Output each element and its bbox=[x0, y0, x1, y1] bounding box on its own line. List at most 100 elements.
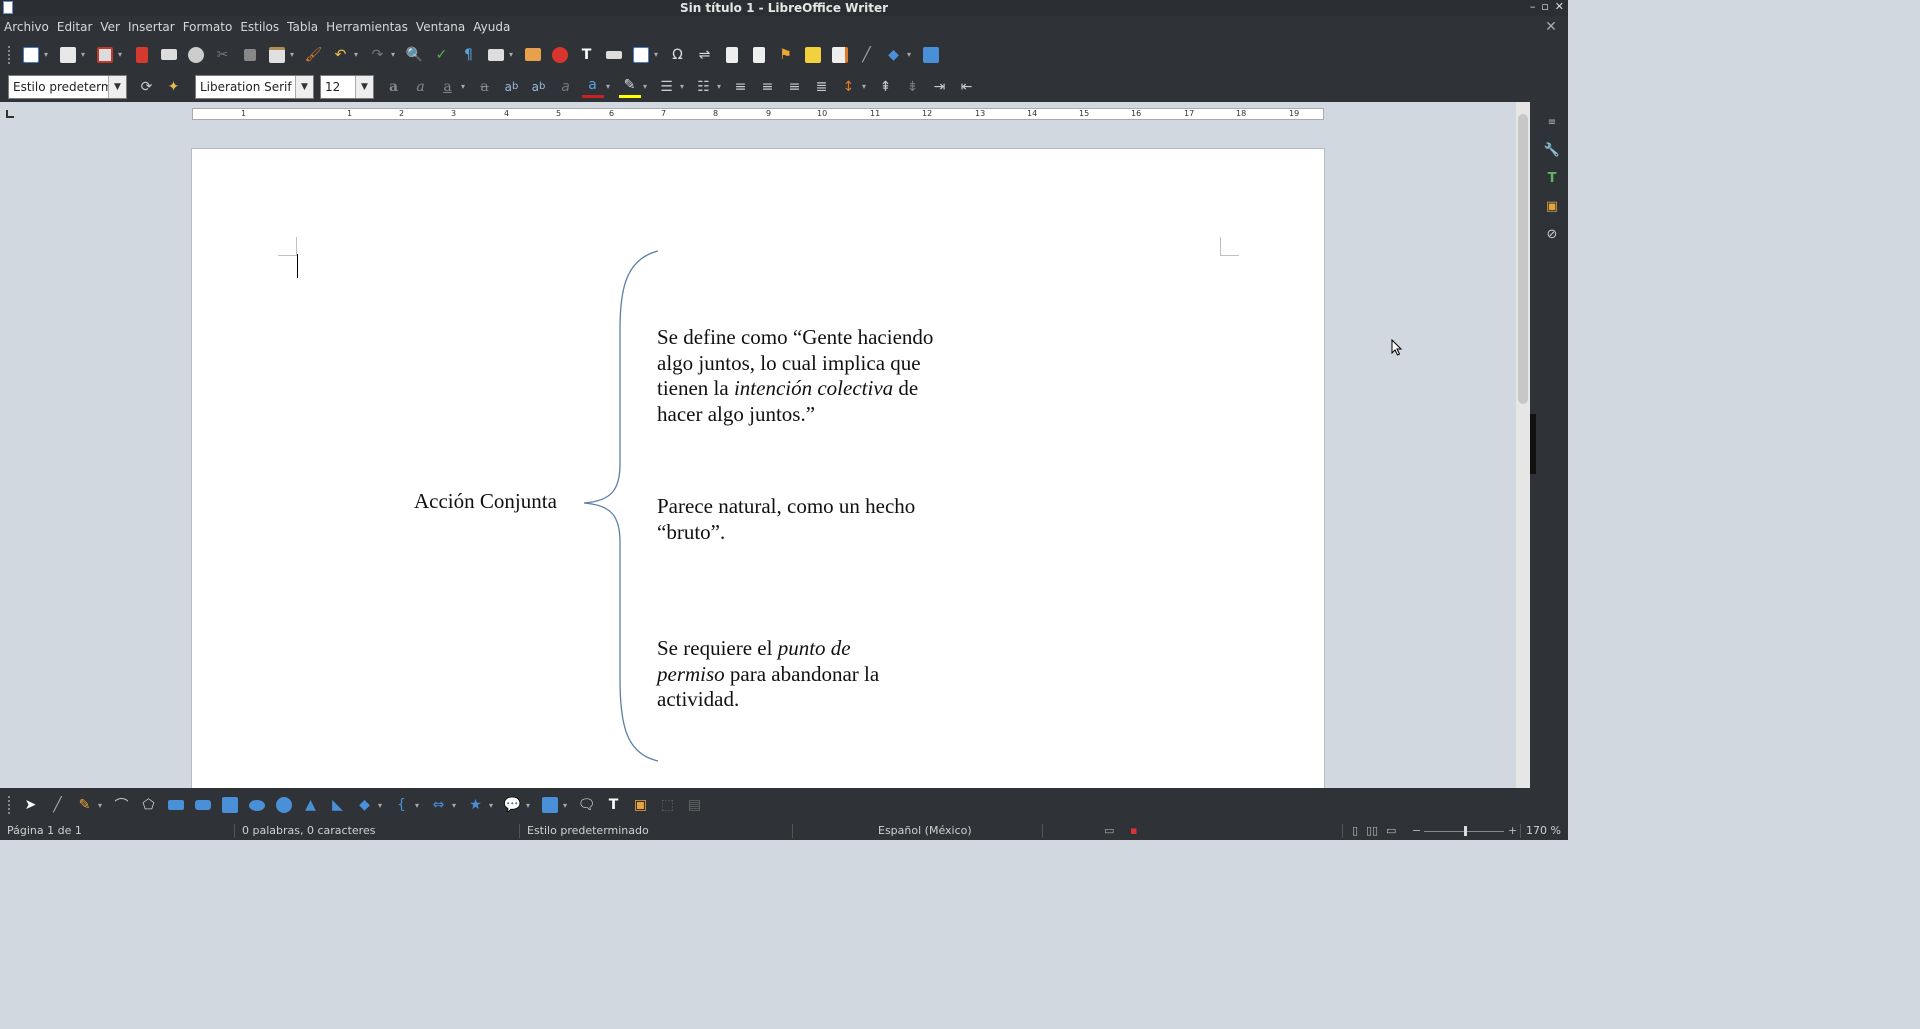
bullet-list-icon[interactable]: ☰ bbox=[656, 76, 678, 98]
chevron-down-icon[interactable]: ▾ bbox=[643, 82, 651, 91]
new-style-icon[interactable]: ✦ bbox=[163, 76, 185, 98]
square-icon[interactable] bbox=[219, 794, 241, 816]
zoom-out-icon[interactable]: − bbox=[1412, 824, 1421, 837]
sidebar-menu-icon[interactable]: ≡ bbox=[1542, 112, 1562, 132]
basic-shapes-icon[interactable]: ◆ bbox=[883, 44, 905, 66]
chevron-down-icon[interactable]: ▾ bbox=[44, 50, 52, 59]
numbered-list-icon[interactable]: ☷ bbox=[693, 76, 715, 98]
menu-estilos[interactable]: Estilos bbox=[240, 20, 279, 34]
chevron-down-icon[interactable]: ▾ bbox=[378, 801, 386, 810]
gallery-icon[interactable]: ▣ bbox=[1542, 196, 1562, 216]
decrease-indent-icon[interactable]: ⇤ bbox=[956, 76, 978, 98]
find-replace-icon[interactable]: 🔍 bbox=[404, 44, 426, 66]
print-icon[interactable] bbox=[158, 44, 180, 66]
toolbar-grip[interactable] bbox=[8, 45, 11, 64]
page-break-icon[interactable] bbox=[603, 44, 625, 66]
increase-paragraph-spacing-icon[interactable]: ⇞ bbox=[875, 76, 897, 98]
new-document-icon[interactable] bbox=[20, 44, 42, 66]
update-style-icon[interactable]: ⟳ bbox=[136, 76, 158, 98]
undo-icon[interactable]: ↶ bbox=[330, 44, 352, 66]
document-page[interactable]: Acción Conjunta Se define como “Gente ha… bbox=[191, 148, 1325, 788]
insert-chart-icon[interactable] bbox=[549, 44, 571, 66]
document-modified-icon[interactable]: ▪ bbox=[1130, 824, 1137, 837]
clear-formatting-icon[interactable]: a bbox=[555, 76, 577, 98]
redo-icon[interactable]: ↷ bbox=[367, 44, 389, 66]
basic-shapes-icon[interactable]: ◆ bbox=[354, 794, 376, 816]
save-icon[interactable] bbox=[94, 44, 116, 66]
chevron-down-icon[interactable]: ▾ bbox=[563, 801, 571, 810]
book-view-icon[interactable]: ▭ bbox=[1386, 824, 1396, 837]
font-name-select[interactable]: Liberation Serif ▼ bbox=[195, 74, 314, 99]
cut-icon[interactable]: ✂ bbox=[212, 44, 234, 66]
selection-mode-icon[interactable]: ▭ bbox=[1104, 824, 1114, 837]
block-arrows-icon[interactable]: ⇔ bbox=[428, 794, 450, 816]
styles-icon[interactable]: T bbox=[1542, 168, 1562, 188]
toggle-point-edit-icon[interactable]: ⬚ bbox=[657, 794, 679, 816]
zoom-slider-thumb[interactable] bbox=[1464, 826, 1467, 836]
font-size-select[interactable]: 12 ▼ bbox=[320, 74, 374, 99]
freeform-line-icon[interactable]: ✎ bbox=[74, 794, 96, 816]
align-left-icon[interactable]: ≡ bbox=[730, 76, 752, 98]
chevron-down-icon[interactable]: ▾ bbox=[862, 82, 870, 91]
menu-insertar[interactable]: Insertar bbox=[128, 20, 175, 34]
chevron-down-icon[interactable]: ▾ bbox=[290, 50, 298, 59]
comment-icon[interactable] bbox=[802, 44, 824, 66]
line-icon[interactable]: ╱ bbox=[856, 44, 878, 66]
open-folder-icon[interactable] bbox=[57, 44, 79, 66]
justify-icon[interactable]: ≣ bbox=[811, 76, 833, 98]
paragraph-style-select[interactable]: Estilo predetermi ▼ bbox=[8, 74, 127, 99]
toolbar-grip[interactable] bbox=[8, 796, 11, 814]
copy-icon[interactable] bbox=[239, 44, 261, 66]
draw-functions-icon[interactable] bbox=[920, 44, 942, 66]
font-color-icon[interactable]: a bbox=[581, 76, 604, 98]
paste-icon[interactable] bbox=[266, 44, 288, 66]
track-changes-icon[interactable] bbox=[829, 44, 851, 66]
tab-stop-selector[interactable] bbox=[6, 110, 14, 118]
close-window-button[interactable]: ✕ bbox=[1555, 0, 1564, 13]
multi-page-view-icon[interactable]: ▯▯ bbox=[1366, 824, 1378, 837]
single-page-view-icon[interactable]: ▯ bbox=[1352, 824, 1358, 837]
chevron-down-icon[interactable]: ▾ bbox=[461, 82, 469, 91]
ellipse-icon[interactable] bbox=[246, 794, 268, 816]
menu-editar[interactable]: Editar bbox=[57, 20, 93, 34]
insert-textbox-icon[interactable]: T bbox=[576, 44, 598, 66]
chevron-down-icon[interactable]: ▾ bbox=[680, 82, 688, 91]
curly-brace-shape[interactable] bbox=[576, 249, 666, 764]
subscript-icon[interactable]: ab bbox=[528, 76, 550, 98]
rectangle-icon[interactable] bbox=[165, 794, 187, 816]
horizontal-ruler[interactable]: 1 1 2 3 4 5 6 7 8 9 10 11 12 13 14 15 16… bbox=[192, 108, 1324, 120]
menu-formato[interactable]: Formato bbox=[183, 20, 233, 34]
hyperlink-icon[interactable]: ⇌ bbox=[694, 44, 716, 66]
spellcheck-icon[interactable]: ✓ bbox=[431, 44, 453, 66]
align-center-icon[interactable]: ≡ bbox=[757, 76, 779, 98]
menu-ver[interactable]: Ver bbox=[100, 20, 120, 34]
insert-table-icon[interactable] bbox=[485, 44, 507, 66]
insert-field-icon[interactable] bbox=[630, 44, 652, 66]
callouts-icon[interactable]: 💬 bbox=[502, 794, 524, 816]
formatting-marks-icon[interactable]: ¶ bbox=[458, 44, 480, 66]
stars-icon[interactable]: ★ bbox=[465, 794, 487, 816]
chevron-down-icon[interactable]: ▾ bbox=[391, 50, 399, 59]
extrusion-icon[interactable]: ▤ bbox=[684, 794, 706, 816]
right-triangle-icon[interactable]: ◣ bbox=[327, 794, 349, 816]
flowchart-icon[interactable] bbox=[539, 794, 561, 816]
chevron-down-icon[interactable]: ▾ bbox=[489, 801, 497, 810]
menu-archivo[interactable]: Archivo bbox=[4, 20, 49, 34]
vertical-scrollbar[interactable] bbox=[1516, 102, 1530, 788]
chevron-down-icon[interactable]: ▾ bbox=[907, 50, 915, 59]
line-spacing-icon[interactable]: ↕ bbox=[838, 76, 860, 98]
export-pdf-icon[interactable] bbox=[131, 44, 153, 66]
chevron-down-icon[interactable]: ▼ bbox=[108, 75, 126, 98]
menu-herramientas[interactable]: Herramientas bbox=[326, 20, 408, 34]
underline-icon[interactable]: a bbox=[437, 76, 459, 98]
chevron-down-icon[interactable]: ▾ bbox=[717, 82, 725, 91]
curve-icon[interactable]: ⌒ bbox=[111, 794, 133, 816]
zoom-in-icon[interactable]: + bbox=[1508, 824, 1517, 837]
chevron-down-icon[interactable]: ▼ bbox=[295, 75, 313, 98]
fontwork-icon[interactable]: ▣ bbox=[630, 794, 652, 816]
circle-icon[interactable] bbox=[273, 794, 295, 816]
increase-indent-icon[interactable]: ⇥ bbox=[929, 76, 951, 98]
symbol-shapes-icon[interactable]: { bbox=[391, 794, 413, 816]
chevron-down-icon[interactable]: ▾ bbox=[354, 50, 362, 59]
select-pointer-icon[interactable]: ➤ bbox=[20, 794, 42, 816]
